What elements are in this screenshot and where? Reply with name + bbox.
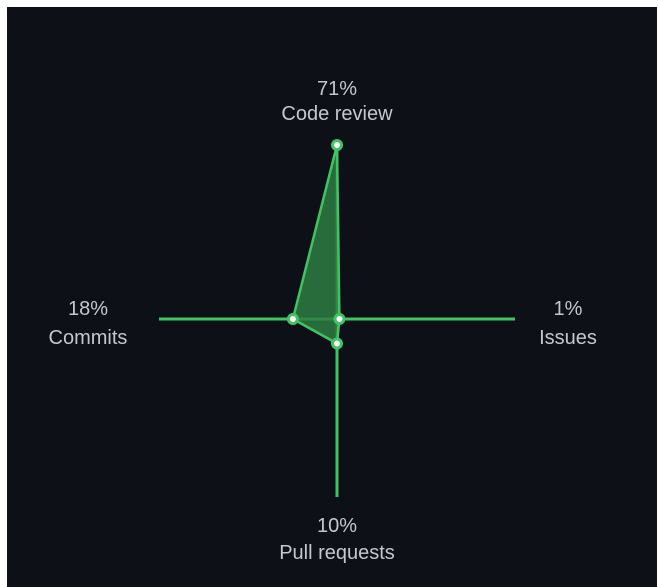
axis-name-label-commits: Commits [49,327,128,349]
axis-value-label-code-review: 71% [317,78,357,100]
activity-overview-panel: 71% Code review 1% Issues 10% Pull reque… [7,7,657,587]
data-point-commits [286,313,299,325]
chart-area [291,143,341,345]
radar-chart: 71% Code review 1% Issues 10% Pull reque… [49,78,597,564]
axis-name-label-code-review: Code review [281,103,393,125]
axis-name-label-pull-requests: Pull requests [279,542,395,564]
axis-value-label-issues: 1% [554,298,583,320]
data-point-pull-requests [331,337,343,350]
axis-name-label-issues: Issues [539,327,597,349]
data-point-issues [333,313,346,325]
radar-area-polygon [291,143,341,345]
axis-value-label-pull-requests: 10% [317,515,357,537]
axis-value-label-commits: 18% [68,298,108,320]
data-point-code-review [331,139,343,152]
